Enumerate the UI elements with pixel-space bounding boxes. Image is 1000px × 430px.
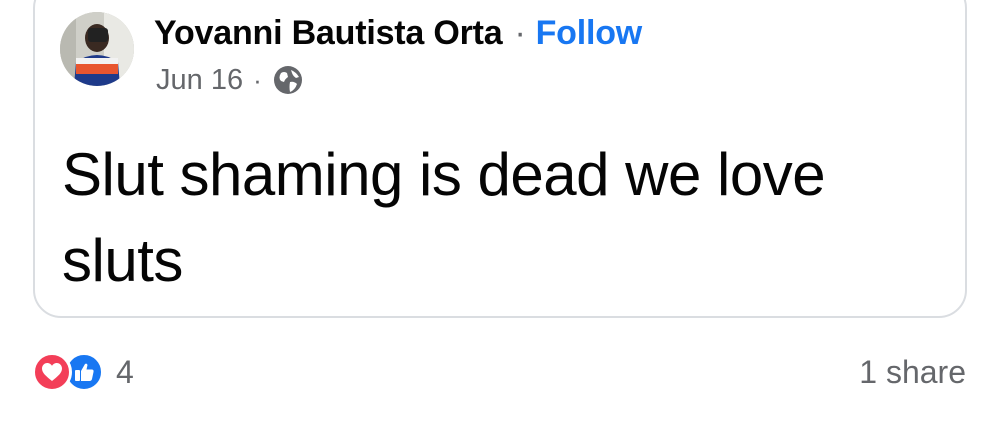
avatar-photo <box>60 12 134 86</box>
post-meta: Jun 16 · <box>156 60 304 100</box>
post-text: Slut shaming is dead we love sluts <box>62 141 826 294</box>
reactions-summary[interactable]: 4 <box>32 352 134 392</box>
follow-button[interactable]: Follow <box>536 14 643 53</box>
header-separator: · <box>514 13 526 52</box>
post-header: Yovanni Bautista Orta · Follow <box>154 12 642 54</box>
meta-separator: · <box>253 64 262 95</box>
globe-icon <box>272 64 304 96</box>
avatar[interactable] <box>60 12 134 86</box>
post-date[interactable]: Jun 16 <box>156 64 243 97</box>
share-count[interactable]: 1 share <box>859 352 966 392</box>
author-name[interactable]: Yovanni Bautista Orta <box>154 14 503 53</box>
reaction-count: 4 <box>116 353 134 390</box>
love-icon <box>32 352 72 392</box>
